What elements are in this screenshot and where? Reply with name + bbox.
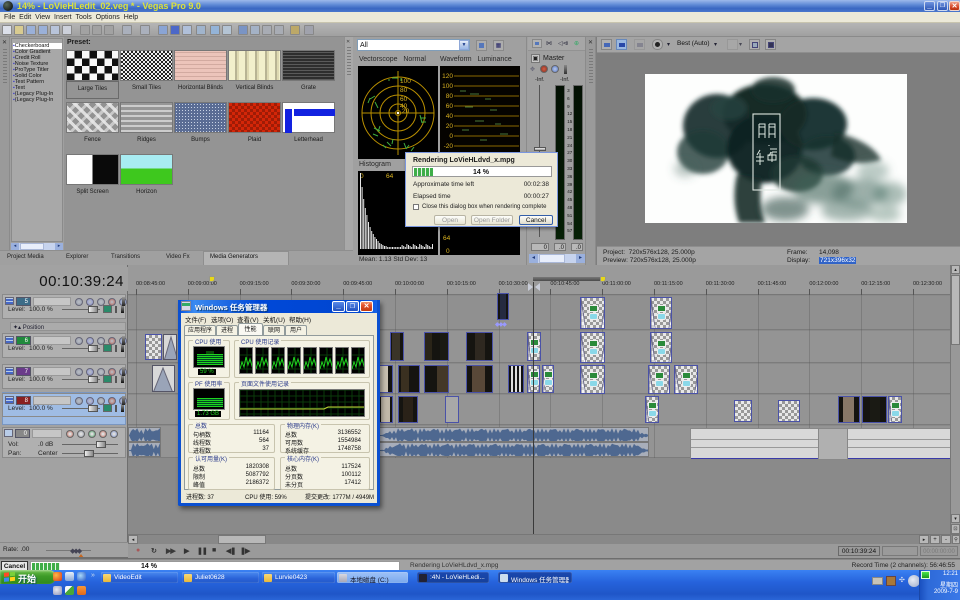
svg-text:80: 80 <box>400 87 408 94</box>
svg-text:64: 64 <box>386 173 394 180</box>
svg-text:-20: -20 <box>444 143 454 150</box>
svg-text:20: 20 <box>446 123 454 130</box>
svg-text:120: 120 <box>442 73 453 80</box>
svg-text:0: 0 <box>449 133 453 140</box>
svg-text:60: 60 <box>446 103 454 110</box>
svg-text:100: 100 <box>400 78 411 85</box>
svg-text:20: 20 <box>402 108 410 115</box>
svg-text:60: 60 <box>400 96 408 103</box>
svg-text:40: 40 <box>446 113 454 120</box>
svg-text:80: 80 <box>446 93 454 100</box>
svg-text:100: 100 <box>442 83 453 90</box>
